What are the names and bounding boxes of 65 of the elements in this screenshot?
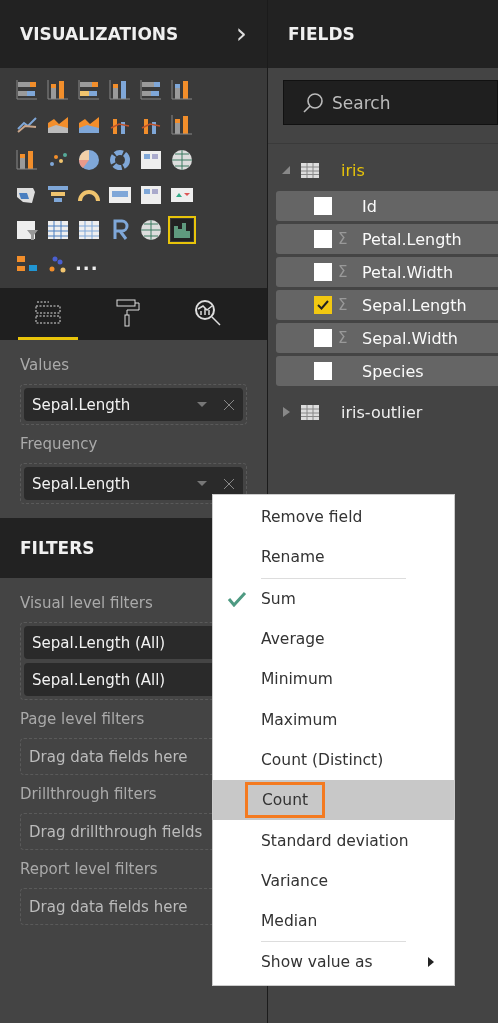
clustered-column-icon — [108, 78, 132, 102]
table-node[interactable]: iris-outlier — [268, 394, 498, 430]
menu-item[interactable]: Remove field — [213, 497, 454, 538]
panel-title: VISUALIZATIONS — [20, 24, 179, 44]
filter-section-label: Page level filters — [19, 709, 146, 730]
multirow-card-icon — [139, 183, 163, 207]
paint-roller-icon — [115, 297, 141, 328]
table-icon — [301, 404, 319, 420]
checkbox[interactable] — [314, 263, 332, 281]
dropdown-remove-icon — [195, 477, 235, 490]
stacked-bar-icon — [15, 78, 39, 102]
field-name: Sepal.Length — [362, 295, 467, 315]
collapse-icon — [282, 165, 291, 175]
filter-section-label: Visual level filters — [19, 593, 154, 614]
menu-item[interactable]: Count — [213, 780, 454, 821]
globe-icon — [170, 148, 194, 172]
checkbox[interactable] — [314, 362, 332, 380]
field-name: Id — [362, 196, 377, 216]
visual-type-button[interactable] — [168, 216, 196, 244]
menu-item[interactable]: Rename — [213, 537, 454, 578]
checkbox[interactable] — [314, 197, 332, 215]
table-icon — [46, 218, 70, 242]
field-row[interactable]: Id — [276, 191, 498, 221]
slicer-icon — [15, 218, 39, 242]
treemap-icon — [139, 148, 163, 172]
field-name: Species — [362, 361, 424, 381]
bar-icon — [139, 78, 163, 102]
filter-section-label: Drillthrough filters — [19, 784, 158, 805]
panel-title: FIELDS — [288, 24, 355, 44]
checkbox[interactable] — [314, 230, 332, 248]
fields-icon — [33, 299, 63, 326]
search-field[interactable]: Search — [283, 80, 498, 125]
field-name: Petal.Length — [362, 229, 462, 249]
more-visuals-button[interactable]: ··· — [75, 258, 106, 279]
field-pill[interactable]: Sepal.Length — [24, 467, 243, 500]
field-row[interactable]: Species — [276, 356, 498, 386]
field-name: Petal.Width — [362, 262, 453, 282]
table-node[interactable]: iris — [268, 152, 498, 188]
dropdown-remove-icon — [195, 398, 235, 411]
checkbox[interactable] — [314, 296, 332, 314]
field-name: Sepal.Width — [362, 328, 458, 348]
checkbox[interactable] — [314, 329, 332, 347]
well-label: Frequency — [19, 434, 99, 455]
table-icon — [301, 162, 319, 178]
menu-item[interactable]: Show value as — [213, 942, 454, 983]
matrix-icon — [77, 218, 101, 242]
filter-section-label: Report level filters — [19, 859, 159, 880]
magnifier-chart-icon — [193, 297, 223, 328]
expand-icon — [282, 407, 291, 417]
donut-icon — [108, 148, 132, 172]
column-icon — [170, 78, 194, 102]
submenu-arrow-icon — [428, 957, 434, 968]
search-icon — [302, 91, 324, 114]
panel-title: FILTERS — [20, 538, 95, 558]
pie-icon — [77, 148, 101, 172]
field-pill[interactable]: Sepal.Length — [24, 388, 243, 421]
clustered-bar-icon — [77, 78, 101, 102]
globe-icon — [139, 218, 163, 242]
check-icon — [227, 590, 247, 607]
well-label: Values — [19, 355, 70, 376]
menu-item[interactable]: Sum — [213, 578, 454, 619]
stacked-column-icon — [46, 78, 70, 102]
histogram-icon — [170, 218, 194, 242]
expand-button[interactable]: › — [235, 20, 247, 48]
menu-item[interactable]: Maximum — [213, 699, 454, 740]
